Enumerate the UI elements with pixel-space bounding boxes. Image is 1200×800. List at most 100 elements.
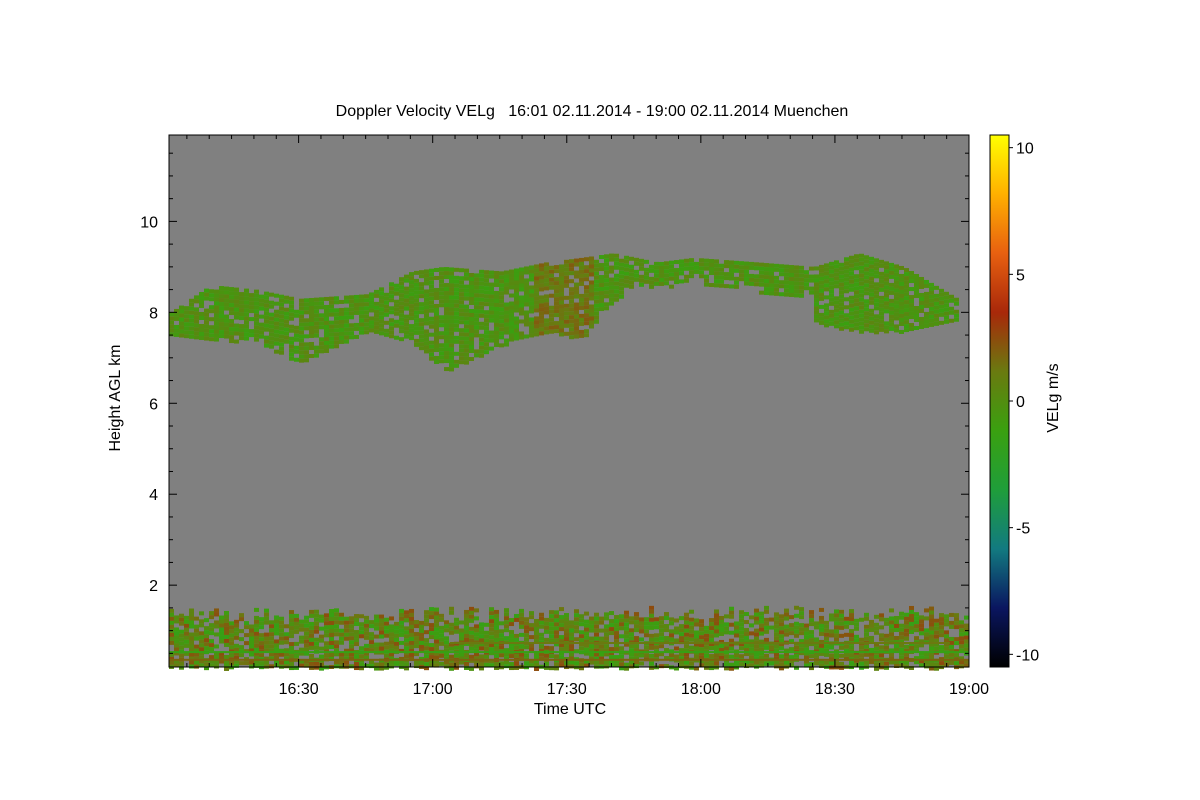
boundary-layer-cell: [754, 628, 759, 633]
cloud-cell: [414, 302, 419, 307]
boundary-layer-cell: [824, 644, 829, 649]
boundary-layer-cell: [679, 624, 684, 629]
cloud-cell: [589, 284, 594, 289]
boundary-layer-cell: [684, 652, 689, 657]
boundary-layer-cell: [399, 624, 404, 629]
cloud-cell: [194, 335, 199, 340]
boundary-layer-cell: [499, 645, 504, 650]
boundary-layer-cell: [254, 619, 259, 624]
cloud-cell: [584, 269, 589, 274]
boundary-layer-cell: [664, 624, 669, 629]
boundary-layer-cell: [604, 632, 609, 637]
cloud-cell: [329, 344, 334, 349]
plot-background: [169, 135, 969, 667]
boundary-layer-cell: [489, 623, 494, 628]
cloud-cell: [559, 276, 564, 281]
cloud-cell: [724, 272, 729, 277]
cloud-cell: [434, 343, 439, 348]
boundary-layer-cell: [364, 623, 369, 628]
cloud-cell: [834, 312, 839, 317]
cloud-cell: [449, 279, 454, 284]
boundary-layer-cell: [754, 608, 759, 613]
boundary-layer-cell: [594, 612, 599, 617]
boundary-layer-cell: [334, 608, 339, 613]
boundary-layer-cell: [759, 631, 764, 636]
boundary-layer-cell: [339, 628, 344, 633]
cloud-cell: [799, 289, 804, 294]
cloud-cell: [649, 276, 654, 281]
boundary-layer-cell: [749, 623, 754, 628]
cloud-cell: [344, 295, 349, 300]
cloud-cell: [704, 282, 709, 287]
cloud-cell: [934, 297, 939, 302]
cloud-cell: [399, 305, 404, 310]
cloud-cell: [484, 314, 489, 319]
cloud-cell: [849, 315, 854, 320]
boundary-layer-cell: [949, 652, 954, 657]
boundary-layer-cell: [289, 626, 294, 631]
boundary-layer-cell: [864, 652, 869, 657]
boundary-layer-cell: [214, 620, 219, 625]
cloud-cell: [364, 298, 369, 303]
boundary-layer-cell: [434, 619, 439, 624]
cloud-cell: [839, 274, 844, 279]
boundary-layer-cell: [394, 629, 399, 634]
cloud-cell: [754, 262, 759, 267]
cloud-cell: [549, 277, 554, 282]
cloud-cell: [929, 294, 934, 299]
cloud-cell: [599, 299, 604, 304]
boundary-layer-cell: [764, 609, 769, 614]
cloud-cell: [264, 295, 269, 300]
boundary-layer-cell: [519, 632, 524, 637]
boundary-layer-cell: [709, 626, 714, 631]
boundary-layer-cell: [464, 613, 469, 618]
boundary-layer-cell: [694, 634, 699, 639]
cloud-cell: [944, 303, 949, 308]
cloud-cell: [394, 323, 399, 328]
cloud-cell: [859, 265, 864, 270]
boundary-layer-cell: [619, 634, 624, 639]
cloud-cell: [514, 304, 519, 309]
boundary-layer-cell: [944, 630, 949, 635]
cloud-cell: [704, 262, 709, 267]
cloud-cell: [474, 301, 479, 306]
cloud-cell: [634, 273, 639, 278]
cloud-cell: [344, 319, 349, 324]
cloud-cell: [234, 315, 239, 320]
cloud-cell: [284, 323, 289, 328]
cloud-cell: [589, 272, 594, 277]
boundary-layer-cell: [824, 632, 829, 637]
cloud-cell: [444, 295, 449, 300]
boundary-layer-cell: [519, 644, 524, 649]
boundary-layer-cell: [714, 629, 719, 634]
boundary-layer-cell: [494, 625, 499, 630]
cloud-cell: [549, 325, 554, 330]
boundary-layer-cell: [434, 635, 439, 640]
cloud-cell: [554, 289, 559, 294]
boundary-layer-cell: [764, 645, 769, 650]
cloud-cell: [454, 295, 459, 300]
cloud-cell: [704, 266, 709, 271]
cloud-cell: [554, 329, 559, 334]
boundary-layer-cell: [919, 623, 924, 628]
boundary-layer-cell: [589, 628, 594, 633]
cloud-cell: [924, 319, 929, 324]
cloud-cell: [744, 261, 749, 266]
cloud-cell: [529, 317, 534, 322]
cloud-cell: [869, 260, 874, 265]
cloud-cell: [444, 271, 449, 276]
cloud-cell: [819, 312, 824, 317]
cloud-cell: [409, 292, 414, 297]
boundary-layer-cell: [584, 631, 589, 636]
cloud-cell: [619, 270, 624, 275]
cloud-cell: [519, 299, 524, 304]
cloud-cell: [414, 314, 419, 319]
cloud-cell: [294, 349, 299, 354]
cloud-cell: [259, 294, 264, 299]
cloud-cell: [719, 279, 724, 284]
boundary-layer-cell: [819, 643, 824, 648]
cloud-cell: [294, 325, 299, 330]
cloud-cell: [479, 293, 484, 298]
boundary-layer-cell: [314, 637, 319, 642]
boundary-layer-cell: [784, 652, 789, 657]
